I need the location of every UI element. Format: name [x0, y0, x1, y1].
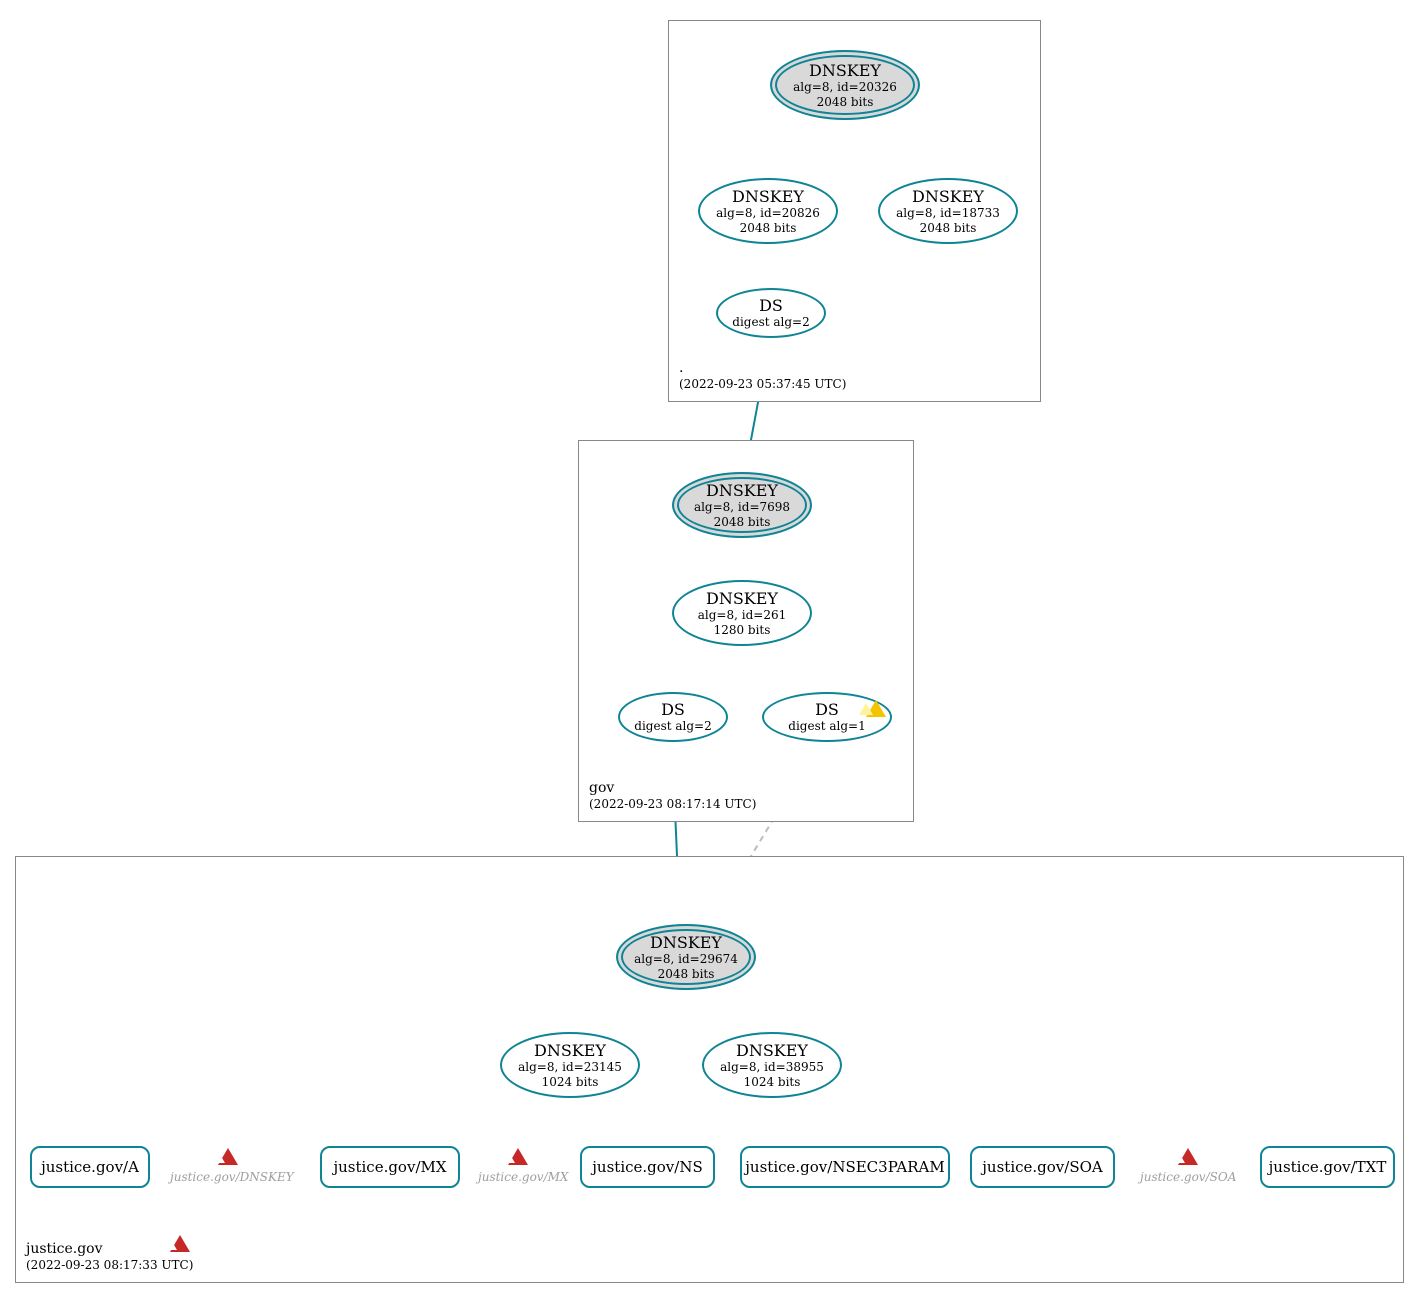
- node-title: DS: [815, 700, 839, 719]
- root-zsk-20826[interactable]: DNSKEY alg=8, id=20826 2048 bits: [698, 178, 838, 244]
- rr-nsec3param[interactable]: justice.gov/NSEC3PARAM: [740, 1146, 950, 1188]
- zone-gov-ts: (2022-09-23 08:17:14 UTC): [589, 797, 756, 813]
- zone-root-label: . (2022-09-23 05:37:45 UTC): [679, 359, 846, 393]
- root-ds[interactable]: DS digest alg=2: [716, 288, 826, 338]
- node-line2: 2048 bits: [740, 221, 797, 235]
- rr-a[interactable]: justice.gov/A: [30, 1146, 150, 1188]
- error-label-soa: justice.gov/SOA: [1140, 1170, 1236, 1184]
- node-title: DNSKEY: [706, 589, 778, 608]
- error-icon: !: [508, 1148, 528, 1166]
- node-title: DNSKEY: [650, 933, 722, 952]
- gov-zsk[interactable]: DNSKEY alg=8, id=261 1280 bits: [672, 580, 812, 646]
- rr-ns[interactable]: justice.gov/NS: [580, 1146, 715, 1188]
- node-title: DNSKEY: [809, 61, 881, 80]
- rr-soa[interactable]: justice.gov/SOA: [970, 1146, 1115, 1188]
- node-line2: 2048 bits: [658, 967, 715, 981]
- root-ksk[interactable]: DNSKEY alg=8, id=20326 2048 bits: [770, 50, 920, 120]
- node-line1: alg=8, id=29674: [634, 952, 738, 966]
- node-line2: 1024 bits: [542, 1075, 599, 1089]
- node-line2: 2048 bits: [920, 221, 977, 235]
- node-line1: alg=8, id=7698: [694, 500, 790, 514]
- diagram-stage: . (2022-09-23 05:37:45 UTC) gov (2022-09…: [0, 0, 1421, 1303]
- node-line2: 1024 bits: [744, 1075, 801, 1089]
- warning-icon: !: [866, 700, 886, 718]
- node-line1: digest alg=2: [732, 315, 809, 329]
- justice-ksk[interactable]: DNSKEY alg=8, id=29674 2048 bits: [616, 924, 756, 990]
- node-title: DNSKEY: [706, 481, 778, 500]
- error-label-dnskey: justice.gov/DNSKEY: [170, 1170, 294, 1184]
- node-line1: digest alg=2: [634, 719, 711, 733]
- zone-root-ts: (2022-09-23 05:37:45 UTC): [679, 377, 846, 393]
- node-line1: alg=8, id=23145: [518, 1060, 622, 1074]
- root-zsk-18733[interactable]: DNSKEY alg=8, id=18733 2048 bits: [878, 178, 1018, 244]
- node-title: DNSKEY: [736, 1041, 808, 1060]
- error-label-mx: justice.gov/MX: [478, 1170, 568, 1184]
- node-line2: 2048 bits: [817, 95, 874, 109]
- zone-gov-label: gov (2022-09-23 08:17:14 UTC): [589, 779, 756, 813]
- node-title: DNSKEY: [732, 187, 804, 206]
- zone-justice-ts: (2022-09-23 08:17:33 UTC): [26, 1258, 193, 1274]
- node-title: DNSKEY: [912, 187, 984, 206]
- error-icon: !: [170, 1235, 190, 1253]
- node-line1: alg=8, id=261: [698, 608, 786, 622]
- rr-txt[interactable]: justice.gov/TXT: [1260, 1146, 1395, 1188]
- error-icon: !: [1178, 1148, 1198, 1166]
- node-line1: digest alg=1: [788, 719, 865, 733]
- justice-zsk-38955[interactable]: DNSKEY alg=8, id=38955 1024 bits: [702, 1032, 842, 1098]
- node-title: DNSKEY: [534, 1041, 606, 1060]
- node-title: DS: [661, 700, 685, 719]
- node-line2: 2048 bits: [714, 515, 771, 529]
- zone-gov-name: gov: [589, 779, 756, 797]
- node-line1: alg=8, id=38955: [720, 1060, 824, 1074]
- node-title: DS: [759, 296, 783, 315]
- justice-zsk-23145[interactable]: DNSKEY alg=8, id=23145 1024 bits: [500, 1032, 640, 1098]
- gov-ksk[interactable]: DNSKEY alg=8, id=7698 2048 bits: [672, 472, 812, 538]
- gov-ds-alg2[interactable]: DS digest alg=2: [618, 692, 728, 742]
- zone-root-name: .: [679, 359, 846, 377]
- error-icon: !: [218, 1148, 238, 1166]
- node-line1: alg=8, id=20326: [793, 80, 897, 94]
- rr-mx[interactable]: justice.gov/MX: [320, 1146, 460, 1188]
- node-line1: alg=8, id=20826: [716, 206, 820, 220]
- node-line2: 1280 bits: [714, 623, 771, 637]
- node-line1: alg=8, id=18733: [896, 206, 1000, 220]
